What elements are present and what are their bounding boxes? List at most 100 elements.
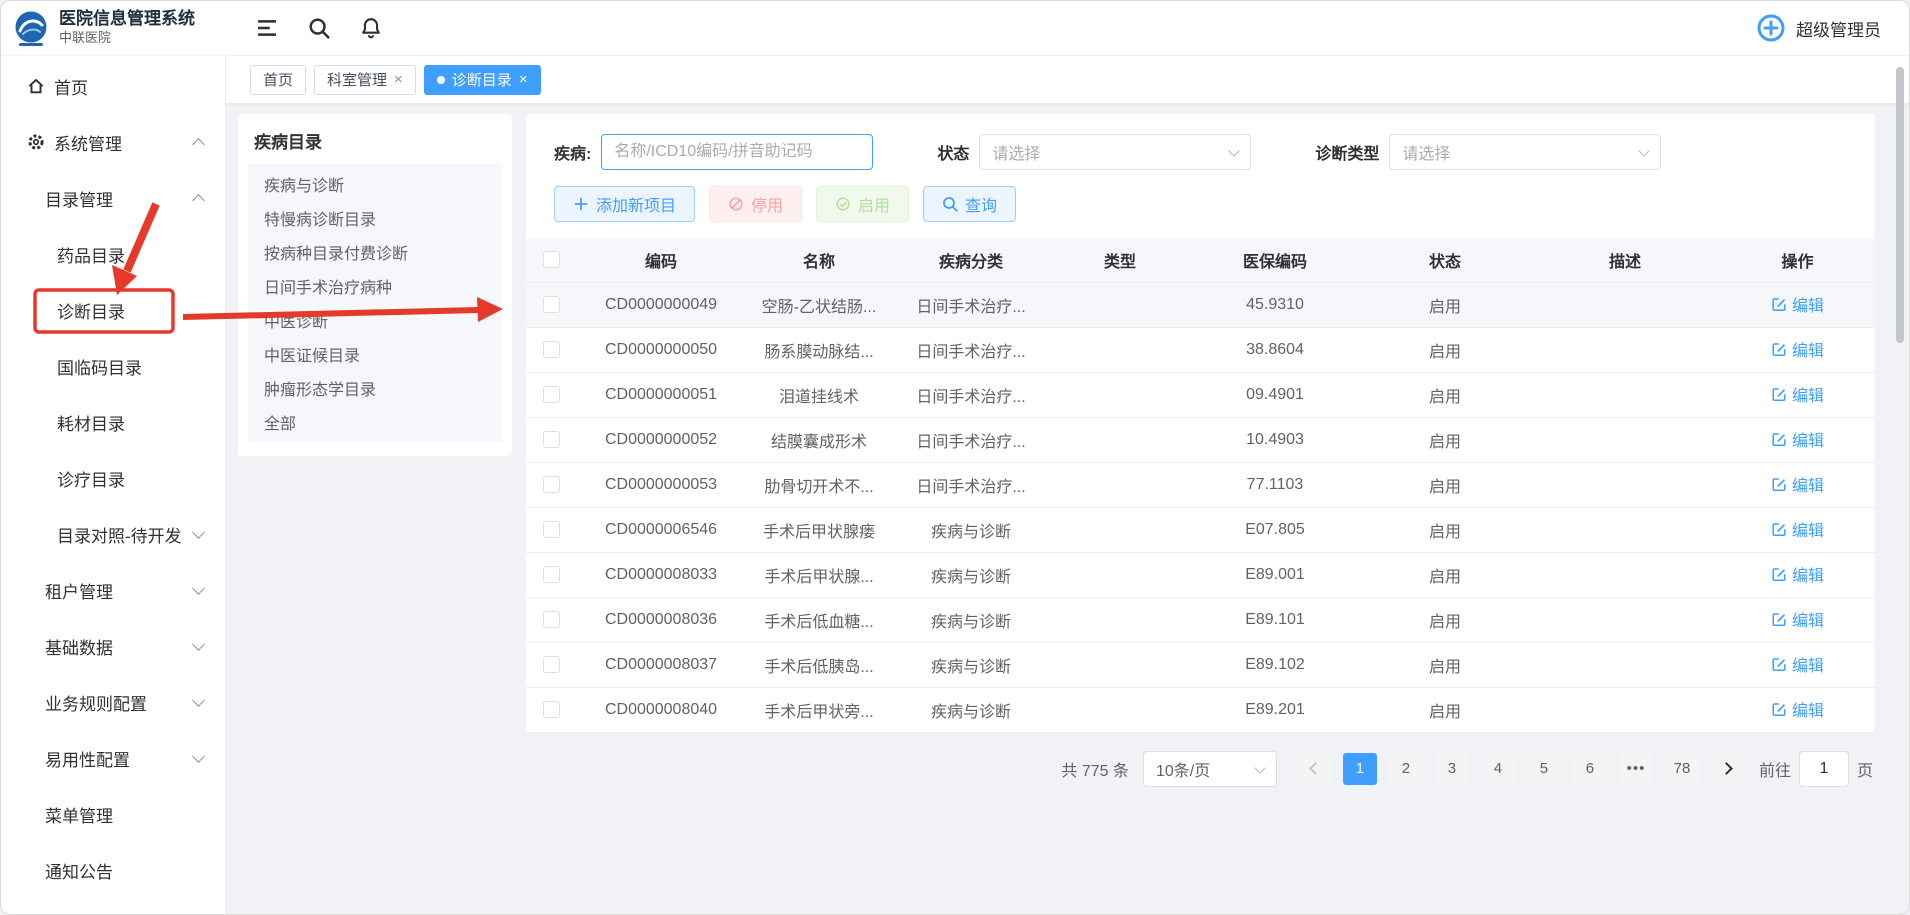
- vertical-scrollbar[interactable]: [1896, 67, 1904, 343]
- user-area[interactable]: 超级管理员: [1756, 13, 1881, 43]
- page-button-5[interactable]: 5: [1527, 753, 1561, 785]
- edit-button[interactable]: 编辑: [1771, 697, 1824, 721]
- page-button-last[interactable]: 78: [1665, 753, 1699, 785]
- cell-name: 手术后甲状旁...: [746, 687, 892, 732]
- toolbar: 添加新项目 停用 启用: [526, 184, 1875, 238]
- cell-status: 启用: [1360, 552, 1530, 597]
- select-all-checkbox[interactable]: [543, 251, 560, 268]
- row-checkbox[interactable]: [543, 431, 560, 448]
- row-checkbox[interactable]: [543, 701, 560, 718]
- close-icon[interactable]: ×: [394, 72, 403, 87]
- cell-description: [1530, 642, 1720, 687]
- sidebar-item-consumables-catalog[interactable]: 耗材目录: [1, 394, 225, 450]
- edit-button[interactable]: 编辑: [1771, 292, 1824, 316]
- page-button-6[interactable]: 6: [1573, 753, 1607, 785]
- row-checkbox[interactable]: [543, 341, 560, 358]
- cell-name: 泪道挂线术: [746, 372, 892, 417]
- sidebar-item-label: 目录管理: [45, 186, 113, 211]
- cell-category: 疾病与诊断: [892, 552, 1050, 597]
- page-button-1[interactable]: 1: [1343, 753, 1377, 785]
- tab-home[interactable]: 首页: [250, 65, 306, 95]
- cell-status: 启用: [1360, 687, 1530, 732]
- page-button-2[interactable]: 2: [1389, 753, 1423, 785]
- disease-catalog-item[interactable]: 按病种目录付费诊断: [248, 235, 502, 269]
- disease-catalog-item[interactable]: 中医证候目录: [248, 337, 502, 371]
- sidebar-item-tenant-management[interactable]: 租户管理: [1, 562, 225, 618]
- bell-icon[interactable]: [360, 17, 382, 39]
- diagnosis-type-select[interactable]: 请选择: [1389, 134, 1661, 170]
- page-button-4[interactable]: 4: [1481, 753, 1515, 785]
- sidebar-item-notice[interactable]: 通知公告: [1, 842, 225, 898]
- sidebar-item-system-management[interactable]: 系统管理: [1, 114, 225, 170]
- disable-button[interactable]: 停用: [709, 186, 802, 222]
- row-checkbox[interactable]: [543, 566, 560, 583]
- sidebar-item-diagnosis-catalog[interactable]: 诊断目录: [1, 282, 225, 338]
- edit-icon: [1771, 386, 1787, 402]
- disease-catalog-item[interactable]: 日间手术治疗病种: [248, 269, 502, 303]
- sidebar-item-catalog-management[interactable]: 目录管理: [1, 170, 225, 226]
- menu-collapse-icon[interactable]: [256, 17, 278, 39]
- cell-type: [1050, 642, 1190, 687]
- sidebar-item-usability-config[interactable]: 易用性配置: [1, 730, 225, 786]
- sidebar-item-business-rules[interactable]: 业务规则配置: [1, 674, 225, 730]
- sidebar-item-treatment-catalog[interactable]: 诊疗目录: [1, 450, 225, 506]
- col-header-category: 疾病分类: [892, 238, 1050, 282]
- disease-catalog-item[interactable]: 特慢病诊断目录: [248, 201, 502, 235]
- search-icon[interactable]: [308, 17, 330, 39]
- add-item-button[interactable]: 添加新项目: [554, 186, 695, 222]
- disease-catalog-item[interactable]: 疾病与诊断: [248, 167, 502, 201]
- tab-label: 诊断目录: [452, 69, 512, 90]
- edit-button[interactable]: 编辑: [1771, 562, 1824, 586]
- tab-department-management[interactable]: 科室管理 ×: [314, 65, 416, 95]
- sidebar-item-home[interactable]: 首页: [1, 58, 225, 114]
- edit-button[interactable]: 编辑: [1771, 337, 1824, 361]
- next-page-button[interactable]: [1711, 753, 1745, 785]
- page-button-3[interactable]: 3: [1435, 753, 1469, 785]
- sidebar-item-national-code-catalog[interactable]: 国临码目录: [1, 338, 225, 394]
- top-header: 医院信息管理系统 中联医院 超级管理员: [1, 1, 1909, 56]
- cell-code: CD0000008037: [576, 642, 746, 687]
- row-checkbox[interactable]: [543, 521, 560, 538]
- disease-search-input[interactable]: [601, 134, 873, 170]
- query-button[interactable]: 查询: [923, 186, 1016, 222]
- sidebar-item-menu-management[interactable]: 菜单管理: [1, 786, 225, 842]
- search-icon: [942, 196, 958, 212]
- circle-check-icon: [835, 196, 851, 212]
- edit-button[interactable]: 编辑: [1771, 382, 1824, 406]
- cell-type: [1050, 462, 1190, 507]
- col-header-actions: 操作: [1720, 238, 1875, 282]
- close-icon[interactable]: ×: [519, 72, 528, 87]
- more-pages-button[interactable]: •••: [1619, 753, 1653, 785]
- home-icon: [27, 77, 45, 95]
- enable-button[interactable]: 启用: [816, 186, 909, 222]
- row-checkbox[interactable]: [543, 386, 560, 403]
- disease-catalog-item[interactable]: 中医诊断: [248, 303, 502, 337]
- sidebar-item-drug-catalog[interactable]: 药品目录: [1, 226, 225, 282]
- filter-row: 疾病: 状态 请选择 诊断类型 请选择: [526, 128, 1875, 184]
- edit-button[interactable]: 编辑: [1771, 652, 1824, 676]
- main-area: 首页 科室管理 × 诊断目录 × 疾病目录 疾病与诊断: [226, 56, 1909, 915]
- cell-category: 疾病与诊断: [892, 642, 1050, 687]
- page-size-select[interactable]: 10条/页: [1143, 751, 1277, 787]
- edit-button[interactable]: 编辑: [1771, 607, 1824, 631]
- row-checkbox[interactable]: [543, 656, 560, 673]
- cell-status: 启用: [1360, 327, 1530, 372]
- tab-diagnosis-catalog[interactable]: 诊断目录 ×: [424, 65, 541, 95]
- status-select[interactable]: 请选择: [979, 134, 1251, 170]
- cell-type: [1050, 327, 1190, 372]
- app-brand: 医院信息管理系统 中联医院: [1, 8, 226, 48]
- sidebar-item-catalog-mapping[interactable]: 目录对照-待开发: [1, 506, 225, 562]
- row-checkbox[interactable]: [543, 296, 560, 313]
- edit-button[interactable]: 编辑: [1771, 472, 1824, 496]
- goto-page-input[interactable]: [1799, 751, 1849, 787]
- add-item-label: 添加新项目: [596, 192, 676, 216]
- disease-catalog-item[interactable]: 全部: [248, 405, 502, 439]
- sidebar-item-basic-data[interactable]: 基础数据: [1, 618, 225, 674]
- disease-catalog-item[interactable]: 肿瘤形态学目录: [248, 371, 502, 405]
- row-checkbox[interactable]: [543, 476, 560, 493]
- prev-page-button[interactable]: [1297, 753, 1331, 785]
- edit-button[interactable]: 编辑: [1771, 427, 1824, 451]
- cell-insurance-code: E89.102: [1190, 642, 1360, 687]
- row-checkbox[interactable]: [543, 611, 560, 628]
- edit-button[interactable]: 编辑: [1771, 517, 1824, 541]
